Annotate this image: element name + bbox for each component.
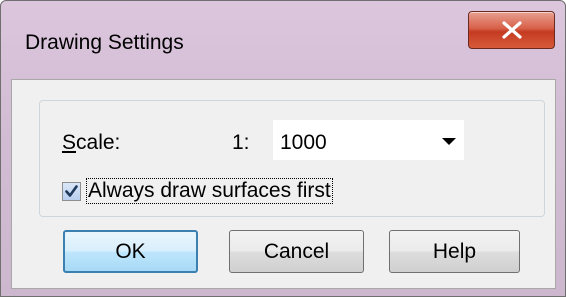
title-bar[interactable]: Drawing Settings (1, 1, 565, 79)
scale-label-accelerator: S (62, 131, 77, 154)
chevron-down-icon[interactable] (442, 138, 456, 145)
settings-group: Scale: 1: 1000 Always draw surfaces firs… (39, 100, 545, 217)
help-button[interactable]: Help (389, 230, 520, 273)
scale-dropdown[interactable]: 1000 (273, 120, 464, 160)
close-button[interactable] (468, 11, 555, 49)
scale-label-text: cale: (76, 131, 121, 154)
checkmark-icon (65, 185, 78, 197)
window-title: Drawing Settings (25, 31, 184, 54)
cancel-button[interactable]: Cancel (229, 230, 364, 273)
always-draw-surfaces-label[interactable]: Always draw surfaces first (86, 178, 333, 204)
always-draw-surfaces-checkbox[interactable] (62, 182, 81, 201)
dialog-content: Scale: 1: 1000 Always draw surfaces firs… (11, 79, 556, 289)
close-x-icon (502, 21, 522, 39)
always-draw-surfaces-option[interactable]: Always draw surfaces first (62, 178, 362, 206)
scale-ratio-prefix: 1: (232, 131, 250, 154)
dialog-window: Drawing Settings Scale: 1: 1000 Always d… (0, 0, 566, 297)
ok-button[interactable]: OK (63, 230, 198, 273)
scale-label: Scale: (62, 131, 120, 155)
scale-dropdown-value: 1000 (280, 131, 327, 154)
